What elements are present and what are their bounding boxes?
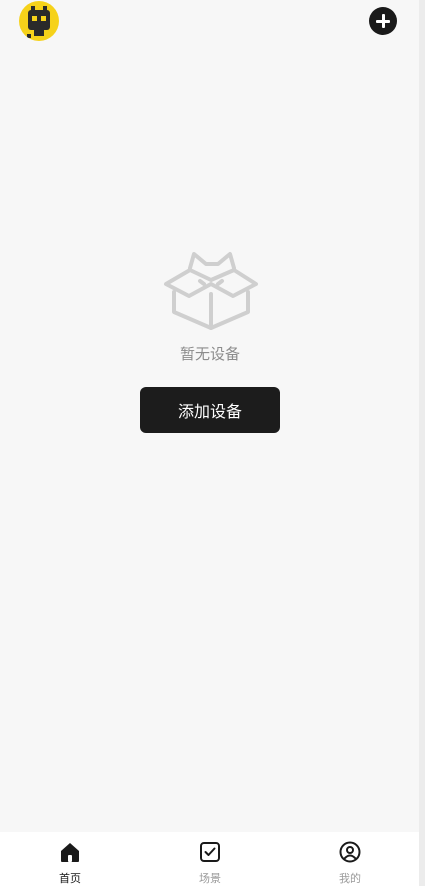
user-circle-icon (339, 841, 361, 863)
home-icon (61, 843, 79, 862)
tab-scenes[interactable]: 场景 (160, 832, 260, 886)
tab-label: 首页 (59, 872, 81, 885)
add-button[interactable] (369, 7, 397, 35)
tab-label: 我的 (339, 872, 361, 885)
tab-mine[interactable]: 我的 (300, 832, 400, 886)
screen-edge-strip (419, 0, 425, 886)
empty-message: 暂无设备 (179, 345, 240, 363)
empty-box-cat-icon (164, 252, 258, 330)
bottom-tab-bar: 首页 场景 我的 (0, 832, 419, 886)
tab-label: 场景 (199, 872, 221, 885)
robot-avatar-icon (27, 6, 50, 38)
add-device-button[interactable]: 添加设备 (140, 387, 280, 433)
checkbox-icon (200, 842, 220, 862)
tab-home[interactable]: 首页 (20, 832, 120, 886)
avatar[interactable] (19, 1, 59, 41)
